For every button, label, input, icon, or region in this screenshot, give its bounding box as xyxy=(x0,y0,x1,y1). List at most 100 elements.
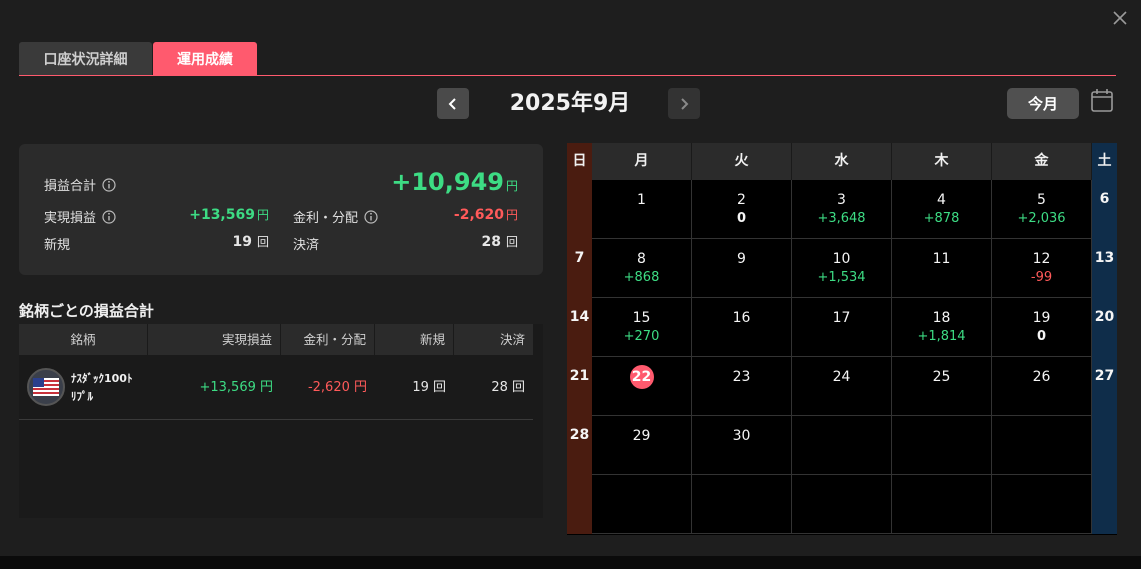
this-month-button[interactable]: 今月 xyxy=(1007,88,1079,119)
weekday-header: 日 xyxy=(567,143,592,180)
new-count-value: 19 回 xyxy=(232,234,270,250)
interest-label: 金利・分配 xyxy=(293,207,378,226)
weekday-header: 木 xyxy=(892,143,992,180)
calendar-day-cell[interactable]: 16 xyxy=(692,298,792,357)
total-pl-label: 損益合計 xyxy=(44,175,116,194)
day-pl-value: -99 xyxy=(1030,270,1053,285)
calendar-day-cell[interactable]: 24 xyxy=(792,357,892,416)
day-number: 13 xyxy=(1094,250,1115,266)
month-title: 2025年9月 xyxy=(509,91,631,116)
next-month-button[interactable] xyxy=(668,88,700,119)
day-pl-value: +2,036 xyxy=(1017,211,1066,226)
row-interest: -2,620 円 xyxy=(307,380,367,395)
info-icon[interactable] xyxy=(102,177,116,192)
day-number: 17 xyxy=(832,310,851,326)
day-number: 10 xyxy=(832,251,851,267)
interest-value: -2,620 円 xyxy=(453,207,518,223)
calendar-day-cell[interactable]: 13 xyxy=(1092,239,1117,298)
calendar-day-cell[interactable]: 12 -99 xyxy=(992,239,1092,298)
calendar-day-cell[interactable]: 1 xyxy=(592,180,692,239)
calendar-day-cell[interactable]: 20 xyxy=(1092,298,1117,357)
calendar-day-cell[interactable]: 18 +1,814 xyxy=(892,298,992,357)
settle-count-value: 28 回 xyxy=(481,234,519,250)
prev-month-button[interactable] xyxy=(437,88,469,119)
calendar-day-cell xyxy=(892,416,992,475)
calendar-day-cell[interactable]: 17 xyxy=(792,298,892,357)
row-new: 19 回 xyxy=(412,380,446,395)
calendar-day-cell[interactable]: 20 xyxy=(692,180,792,239)
calendar-day-cell[interactable]: 5 +2,036 xyxy=(992,180,1092,239)
calendar-day-cell xyxy=(992,475,1092,534)
day-number: 26 xyxy=(1032,369,1051,385)
calendar-day-cell[interactable]: 19 0 xyxy=(992,298,1092,357)
day-number: 21 xyxy=(569,368,590,384)
day-number: 12 xyxy=(1032,251,1051,267)
calendar-day-cell[interactable]: 29 xyxy=(592,416,692,475)
calendar-day-cell[interactable]: 8 +868 xyxy=(592,239,692,298)
day-number: 23 xyxy=(732,369,751,385)
calendar-day-cell[interactable]: 21 xyxy=(567,357,592,416)
row-settle: 28 回 xyxy=(491,380,525,395)
calendar-day-cell[interactable]: 25 xyxy=(892,357,992,416)
calendar-day-cell[interactable]: 4 +878 xyxy=(892,180,992,239)
realized-pl-label: 実現損益 xyxy=(44,207,116,226)
weekday-header: 月 xyxy=(592,143,692,180)
weekday-header: 水 xyxy=(792,143,892,180)
weekday-header: 土 xyxy=(1092,143,1117,180)
settle-count-label: 決済 xyxy=(293,238,320,253)
calendar-day-cell[interactable]: 3 +3,648 xyxy=(792,180,892,239)
table-row[interactable]: ﾅｽﾀﾞｯｸ100ﾄ ﾘﾌﾟﾙ +13,569 円 -2,620 円 19 回 … xyxy=(19,356,533,420)
calendar-day-cell[interactable]: 9 xyxy=(692,239,792,298)
day-number: 20 xyxy=(1094,309,1115,325)
calendar-day-cell xyxy=(792,416,892,475)
day-number: 24 xyxy=(832,369,851,385)
day-number: 29 xyxy=(632,428,651,444)
tab-underline xyxy=(19,75,1116,76)
today-marker: 22 xyxy=(629,365,654,389)
calendar-day-cell[interactable]: 30 xyxy=(692,416,792,475)
day-number: 4 xyxy=(937,192,946,208)
calendar-day-cell[interactable]: 28 xyxy=(567,416,592,475)
day-number: 5 xyxy=(1037,192,1046,208)
calendar-day-cell[interactable]: 22 xyxy=(592,357,692,416)
calendar-day-cell xyxy=(892,475,992,534)
info-icon[interactable] xyxy=(364,209,378,224)
weekday-header: 火 xyxy=(692,143,792,180)
summary-card: 損益合計 +10,949 円 実現損益 +13,569 円 金利・分配 -2,620… xyxy=(19,144,543,275)
day-number: 27 xyxy=(1094,368,1115,384)
day-number: 19 xyxy=(1032,310,1051,326)
calendar-day-cell[interactable]: 15 +270 xyxy=(592,298,692,357)
calendar-day-cell[interactable]: 11 xyxy=(892,239,992,298)
tab-account-details[interactable]: 口座状況詳細 xyxy=(19,42,152,75)
calendar-day-cell[interactable]: 6 xyxy=(1092,180,1117,239)
tab-bar: 口座状況詳細 運用成績 xyxy=(19,42,257,75)
calendar-day-cell[interactable]: 23 xyxy=(692,357,792,416)
header-symbol: 銘柄 xyxy=(19,324,148,355)
header-new: 新規 xyxy=(375,324,454,355)
day-pl-value: +3,648 xyxy=(817,211,866,226)
new-count-label: 新規 xyxy=(44,238,71,253)
calendar-day-cell[interactable]: 26 xyxy=(992,357,1092,416)
calendar-picker-button[interactable] xyxy=(1090,88,1114,114)
day-number: 6 xyxy=(1099,191,1110,207)
calendar-day-cell xyxy=(1092,475,1117,534)
calendar-day-cell[interactable]: 14 xyxy=(567,298,592,357)
us-flag-icon xyxy=(27,368,65,406)
calendar-day-cell[interactable]: 10 +1,534 xyxy=(792,239,892,298)
info-icon[interactable] xyxy=(102,209,116,224)
calendar-day-cell[interactable]: 27 xyxy=(1092,357,1117,416)
calendar-day-cell[interactable]: 7 xyxy=(567,239,592,298)
day-number: 18 xyxy=(932,310,951,326)
calendar-day-cell xyxy=(567,475,592,534)
performance-modal: 口座状況詳細 運用成績 2025年9月 今月 損益合計 +10,949 円 実現… xyxy=(0,0,1141,556)
calendar-day-cell xyxy=(792,475,892,534)
close-button[interactable] xyxy=(1110,8,1130,28)
day-pl-value: +878 xyxy=(923,211,960,226)
day-pl-value: +868 xyxy=(623,270,660,285)
chevron-right-icon xyxy=(681,97,689,110)
day-pl-value: +1,814 xyxy=(917,329,966,344)
row-realized: +13,569 円 xyxy=(199,380,273,395)
symbol-section-title: 銘柄ごとの損益合計 xyxy=(19,302,154,320)
day-number: 8 xyxy=(637,251,646,267)
tab-performance[interactable]: 運用成績 xyxy=(153,42,257,75)
